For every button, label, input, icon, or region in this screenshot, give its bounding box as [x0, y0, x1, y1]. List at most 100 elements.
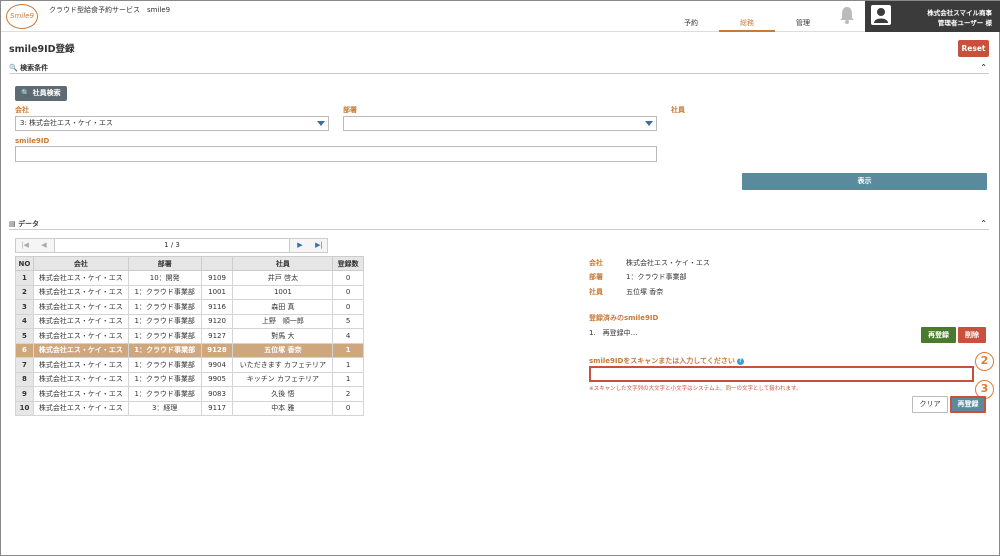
col-no: NO — [15, 256, 34, 271]
employee-search-button[interactable]: 🔍 社員検索 — [15, 86, 67, 101]
table-row[interactable]: 8 株式会社エス・ケイ・エス 1：クラウド事業部 9905 キッチン カフェテリア 1 — [15, 371, 364, 387]
detail-employee-value: 五位塚 香奈 — [626, 288, 664, 296]
help-icon[interactable]: ? — [736, 357, 744, 365]
cell-no: 2 — [15, 284, 34, 300]
cell-no: 10 — [15, 400, 34, 416]
search-icon: 🔍 — [21, 89, 31, 97]
cell-dept: 1：クラウド事業部 — [127, 342, 202, 358]
rereg-submit-button[interactable]: 再登録 — [950, 396, 986, 413]
cell-no: 3 — [15, 299, 34, 315]
cell-company: 株式会社エス・ケイ・エス — [32, 313, 129, 329]
cell-dept: 1：クラウド事業部 — [127, 386, 202, 402]
data-section-header[interactable]: ▤ データ ⌃ — [9, 219, 989, 230]
table-row[interactable]: 4 株式会社エス・ケイ・エス 1：クラウド事業部 9120 上野 順一郎 5 — [15, 313, 364, 329]
detail-dept-label: 部署 — [589, 273, 603, 281]
cell-count: 0 — [332, 284, 364, 300]
cell-company: 株式会社エス・ケイ・エス — [32, 386, 129, 402]
show-button[interactable]: 表示 — [742, 173, 987, 190]
cell-count: 1 — [332, 342, 364, 358]
cell-count: 0 — [332, 270, 364, 286]
first-page-icon[interactable]: |◀ — [16, 239, 34, 252]
table-header-row: NO 会社 部署 社員 登録数 — [15, 256, 364, 271]
cell-count: 2 — [332, 386, 364, 402]
detail-company-value: 株式会社エス・ケイ・エス — [626, 259, 710, 267]
cell-no: 9 — [15, 386, 34, 402]
delete-button[interactable]: 削除 — [958, 327, 986, 343]
cell-employee: いただきます カフェテリア — [232, 357, 334, 373]
dept-label: 部署 — [343, 106, 357, 114]
nav-yoyaku[interactable]: 予約 — [663, 18, 719, 32]
company-select[interactable]: 3: 株式会社エス・ケイ・エス — [15, 116, 329, 131]
cell-no: 7 — [15, 357, 34, 373]
cell-employee: 五位塚 香奈 — [232, 342, 334, 358]
detail-company-label: 会社 — [589, 259, 603, 267]
cell-no: 6 — [15, 342, 34, 358]
company-select-value: 3: 株式会社エス・ケイ・エス — [20, 119, 113, 127]
col-dept: 部署 — [127, 256, 202, 271]
table-icon: ▤ — [9, 220, 16, 228]
col-employee: 社員 — [232, 256, 334, 271]
user-box[interactable]: 株式会社スマイル商事 管理者ユーザー 様 — [865, 1, 1000, 32]
registered-item: 1. 再登録中… — [589, 329, 638, 337]
cell-dept: 1：クラウド事業部 — [127, 313, 202, 329]
cell-count: 1 — [332, 357, 364, 373]
cell-count: 4 — [332, 328, 364, 344]
cell-code: 9116 — [200, 299, 234, 315]
smile9id-input[interactable] — [15, 146, 657, 162]
page-title: smile9ID登録 — [9, 44, 75, 55]
table-row[interactable]: 2 株式会社エス・ケイ・エス 1：クラウド事業部 1001 1001 0 — [15, 284, 364, 300]
next-page-icon[interactable]: ▶ — [291, 239, 309, 252]
nav-kanri[interactable]: 管理 — [775, 18, 831, 32]
table-row[interactable]: 3 株式会社エス・ケイ・エス 1：クラウド事業部 9116 森田 真0 — [15, 299, 364, 315]
prev-page-icon[interactable]: ◀ — [35, 239, 53, 252]
chevron-down-icon — [317, 121, 325, 126]
user-name: 管理者ユーザー 様 — [937, 19, 992, 27]
table-row[interactable]: 5 株式会社エス・ケイ・エス 1：クラウド事業部 9127 對馬 大4 — [15, 328, 364, 344]
cell-employee: 久後 悟 — [232, 386, 334, 402]
scan-input[interactable] — [589, 366, 974, 382]
cell-no: 5 — [15, 328, 34, 344]
clear-button[interactable]: クリア — [912, 396, 948, 413]
dept-select[interactable] — [343, 116, 657, 131]
cell-code: 9904 — [200, 357, 234, 373]
cell-company: 株式会社エス・ケイ・エス — [32, 270, 129, 286]
cell-dept: 1：クラウド事業部 — [127, 299, 202, 315]
search-icon: 🔍 — [9, 64, 18, 72]
cell-dept: 10：開発 — [127, 270, 202, 286]
cell-count: 1 — [332, 371, 364, 387]
chevron-down-icon — [645, 121, 653, 126]
header: Smile9 クラウド型給食予約サービス smile9 予約 総務 管理 株式会… — [1, 1, 1000, 32]
last-page-icon[interactable]: ▶| — [310, 239, 328, 252]
bell-icon[interactable] — [839, 6, 855, 24]
cell-employee: 1001 — [232, 284, 334, 300]
search-section-header[interactable]: 🔍 検索条件 ⌃ — [9, 63, 989, 74]
cell-no: 4 — [15, 313, 34, 329]
scan-label: smile9IDをスキャンまたは入力してください? — [589, 356, 744, 366]
callout-2: 2 — [975, 352, 994, 371]
cell-code: 9128 — [200, 342, 234, 358]
reregister-button[interactable]: 再登録 — [921, 327, 956, 343]
cell-company: 株式会社エス・ケイ・エス — [32, 357, 129, 373]
cell-count: 5 — [332, 313, 364, 329]
col-company: 会社 — [32, 256, 129, 271]
nav-soumu[interactable]: 総務 — [719, 18, 775, 32]
collapse-icon[interactable]: ⌃ — [980, 63, 987, 72]
cell-code: 1001 — [200, 284, 234, 300]
cell-no: 1 — [15, 270, 34, 286]
table-row[interactable]: 1 株式会社エス・ケイ・エス 10：開発 9109 井戸 啓太 0 — [15, 270, 364, 286]
cell-code: 9117 — [200, 400, 234, 416]
cell-employee: キッチン カフェテリア — [232, 371, 334, 387]
cell-company: 株式会社エス・ケイ・エス — [32, 371, 129, 387]
registered-title: 登録済みのsmile9ID — [589, 314, 659, 322]
table-row[interactable]: 7 株式会社エス・ケイ・エス 1：クラウド事業部 9904 いただきます カフェテリア 1 — [15, 357, 364, 373]
cell-dept: 1：クラウド事業部 — [127, 357, 202, 373]
table-row[interactable]: 9 株式会社エス・ケイ・エス 1：クラウド事業部 9083 久後 悟2 — [15, 386, 364, 402]
reset-button[interactable]: Reset — [958, 40, 989, 57]
collapse-icon[interactable]: ⌃ — [980, 219, 987, 228]
data-section-title: データ — [18, 220, 40, 228]
table-row[interactable]: 10 株式会社エス・ケイ・エス 3：経理 9117 中本 雅0 — [15, 400, 364, 416]
cell-employee: 中本 雅 — [232, 400, 334, 416]
table-row[interactable]: 6 株式会社エス・ケイ・エス 1：クラウド事業部 9128 五位塚 香奈 1 — [15, 342, 364, 358]
cell-code: 9109 — [200, 270, 234, 286]
page-indicator: 1 / 3 — [54, 239, 290, 252]
